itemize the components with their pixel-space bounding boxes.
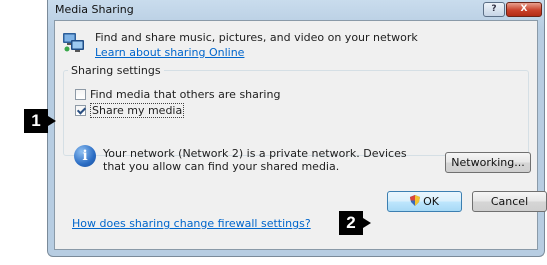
callout-arrow-1 bbox=[48, 116, 56, 126]
cancel-button[interactable]: Cancel bbox=[472, 191, 547, 212]
find-media-option[interactable]: Find media that others are sharing bbox=[75, 87, 280, 101]
learn-about-sharing-link[interactable]: Learn about sharing Online bbox=[95, 46, 244, 59]
dialog-body: Find and share music, pictures, and vide… bbox=[54, 20, 538, 250]
header-description: Find and share music, pictures, and vide… bbox=[95, 31, 418, 44]
media-sharing-dialog: Media Sharing ? X Find and share music, … bbox=[47, 0, 547, 257]
help-button[interactable]: ? bbox=[483, 2, 505, 17]
sharing-settings-title: Sharing settings bbox=[68, 64, 164, 77]
callout-marker-2: 2 bbox=[339, 211, 363, 235]
close-button[interactable]: X bbox=[506, 2, 542, 17]
network-message: Your network (Network 2) is a private ne… bbox=[103, 147, 407, 173]
networking-button[interactable]: Networking... bbox=[445, 152, 531, 173]
find-media-label: Find media that others are sharing bbox=[90, 87, 281, 101]
info-icon: i bbox=[74, 145, 96, 167]
callout-marker-1: 1 bbox=[24, 109, 48, 133]
title-bar: Media Sharing ? X bbox=[48, 0, 544, 20]
firewall-settings-link[interactable]: How does sharing change firewall setting… bbox=[72, 217, 311, 230]
ok-button[interactable]: OK bbox=[387, 191, 462, 212]
find-media-checkbox[interactable] bbox=[75, 88, 86, 100]
ok-label: OK bbox=[423, 195, 439, 208]
share-my-media-option[interactable]: Share my media bbox=[75, 102, 185, 118]
callout-arrow-2 bbox=[363, 218, 371, 228]
window-title: Media Sharing bbox=[55, 3, 134, 16]
share-my-media-checkbox[interactable] bbox=[75, 104, 86, 116]
share-my-media-label: Share my media bbox=[90, 102, 185, 118]
media-sharing-icon bbox=[62, 31, 86, 53]
shield-icon bbox=[410, 193, 421, 206]
